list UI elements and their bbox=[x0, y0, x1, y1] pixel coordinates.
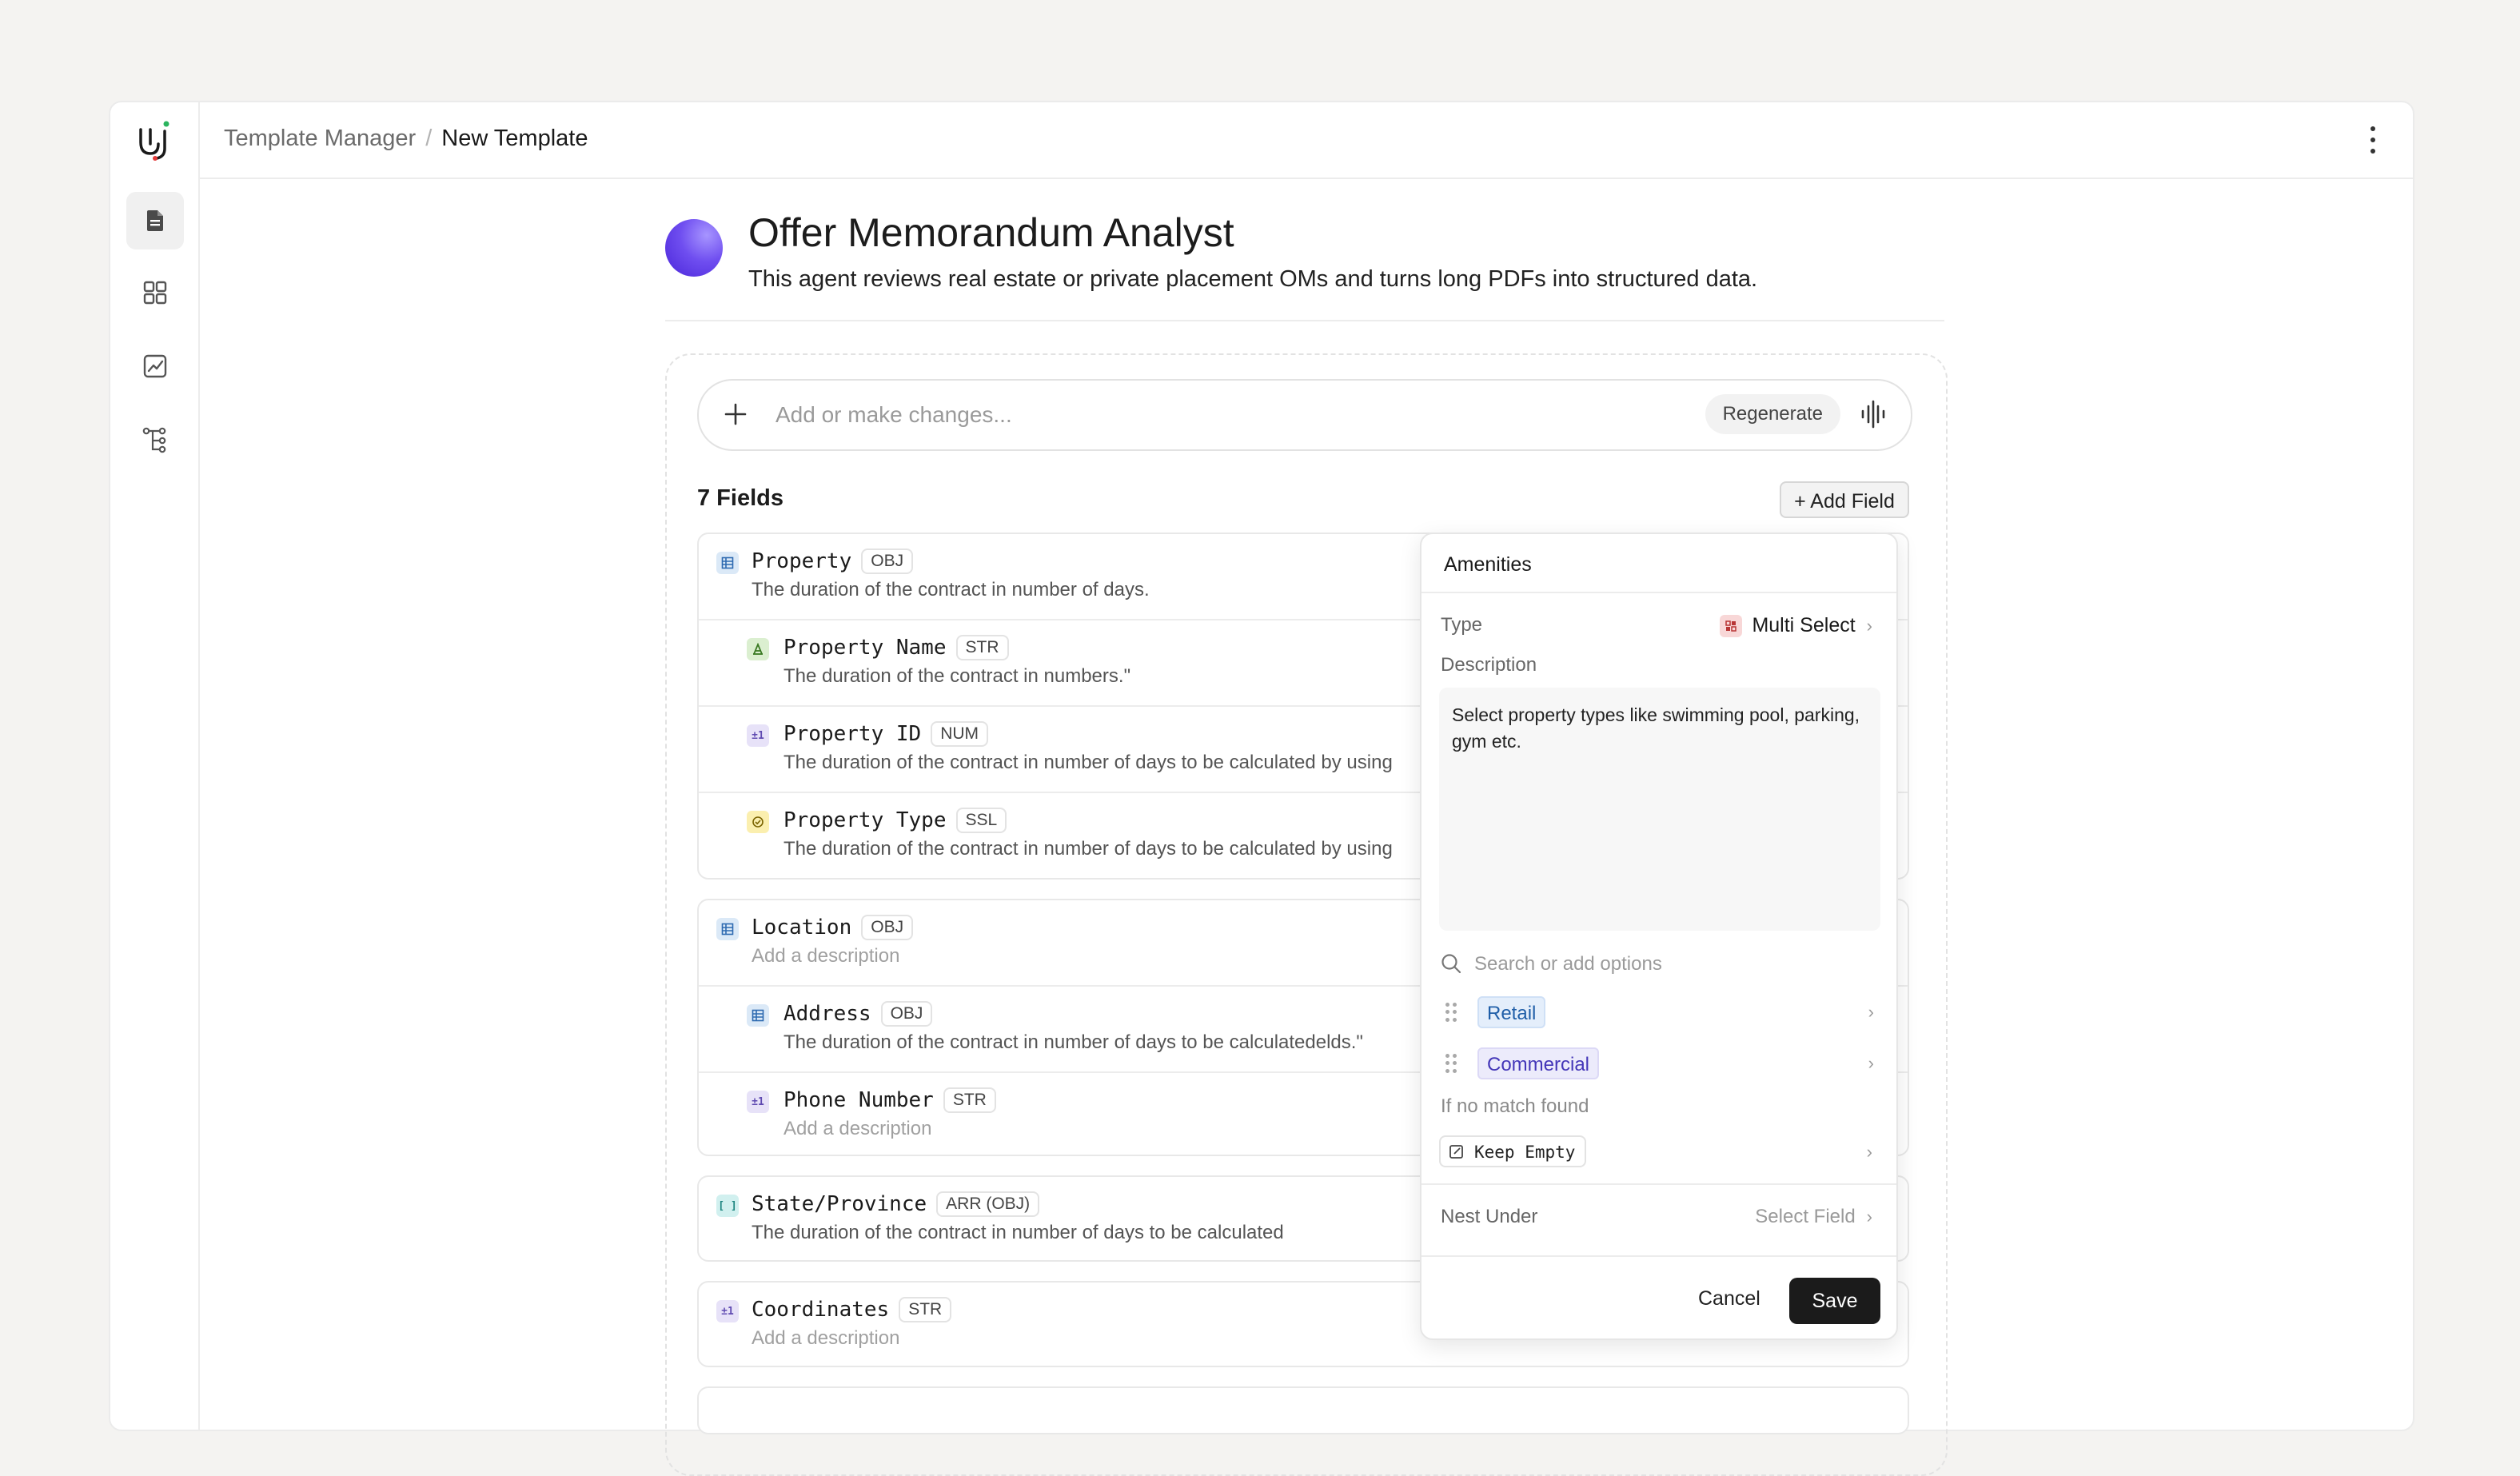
plus-icon[interactable] bbox=[723, 401, 748, 427]
field-name: Location bbox=[752, 916, 852, 939]
chart-image-icon bbox=[143, 354, 167, 378]
description-label: Description bbox=[1441, 654, 1537, 676]
field-name: Coordinates bbox=[752, 1298, 890, 1322]
fields-count: 7 Fields bbox=[697, 485, 784, 511]
field-name: Property Name bbox=[784, 636, 947, 660]
field-type-badge: STR bbox=[899, 1297, 952, 1322]
no-match-value: Keep Empty bbox=[1474, 1143, 1576, 1162]
nav-dashboard-button[interactable] bbox=[126, 264, 184, 321]
option-search-input[interactable]: Search or add options bbox=[1439, 948, 1880, 980]
field-description: The duration of the contract in number o… bbox=[784, 752, 1393, 773]
field-type-badge: ARR (OBJ) bbox=[936, 1191, 1040, 1217]
chevron-right-icon: › bbox=[1868, 1002, 1874, 1022]
prompt-input[interactable]: Add or make changes... bbox=[776, 402, 1012, 428]
edit-square-icon bbox=[1449, 1145, 1463, 1159]
field-name: Property bbox=[752, 549, 852, 573]
chevron-right-icon: › bbox=[1866, 1207, 1872, 1227]
nest-under-selector[interactable]: Select Field › bbox=[1755, 1206, 1872, 1228]
breadcrumb: Template Manager / New Template bbox=[224, 126, 588, 152]
field-name: Property ID bbox=[784, 722, 922, 746]
chevron-right-icon: › bbox=[1868, 1053, 1874, 1073]
type-label: Type bbox=[1441, 614, 1483, 636]
field-description: The duration of the contract in number o… bbox=[752, 1222, 1284, 1243]
field-type-badge: STR bbox=[943, 1087, 996, 1113]
add-field-button[interactable]: + Add Field bbox=[1780, 481, 1909, 518]
no-match-label: If no match found bbox=[1441, 1095, 1589, 1117]
field-type-badge: OBJ bbox=[861, 549, 914, 574]
description-textarea[interactable]: Select property types like swimming pool… bbox=[1439, 688, 1880, 931]
type-selector[interactable]: Multi Select › bbox=[1720, 614, 1872, 637]
number-icon: ±1 bbox=[747, 724, 769, 747]
header-divider bbox=[665, 320, 1944, 321]
field-name: State/Province bbox=[752, 1192, 927, 1216]
prompt-bar: Add or make changes... Regenerate bbox=[697, 379, 1912, 451]
search-icon bbox=[1441, 954, 1461, 974]
nav-templates-button[interactable] bbox=[126, 192, 184, 249]
multi-select-icon bbox=[1720, 614, 1743, 637]
editor-divider bbox=[1421, 1255, 1896, 1257]
field-description: The duration of the contract in number o… bbox=[784, 1031, 1363, 1053]
drag-handle-icon[interactable] bbox=[1445, 1003, 1457, 1022]
field-description: The duration of the contract in number o… bbox=[784, 838, 1393, 860]
option-search-placeholder: Search or add options bbox=[1474, 953, 1662, 975]
nav-analytics-button[interactable] bbox=[126, 337, 184, 395]
agent-title: Offer Memorandum Analyst bbox=[748, 210, 1234, 255]
nest-under-label: Nest Under bbox=[1441, 1206, 1538, 1227]
option-item[interactable]: Commercial › bbox=[1439, 1046, 1880, 1083]
table-icon bbox=[716, 918, 739, 940]
field-type-badge: SSL bbox=[955, 808, 1007, 833]
option-chip: Commercial bbox=[1477, 1047, 1600, 1079]
editor-divider bbox=[1421, 592, 1896, 593]
field-editor-popup: Amenities Type Multi Select › Descriptio… bbox=[1420, 533, 1898, 1340]
field-name: Phone Number bbox=[784, 1088, 934, 1112]
editor-divider bbox=[1421, 1183, 1896, 1185]
field-name: Address bbox=[784, 1002, 871, 1026]
top-bar: Template Manager / New Template bbox=[198, 102, 2413, 179]
field-type-badge: STR bbox=[955, 635, 1009, 660]
chevron-right-icon: › bbox=[1866, 615, 1872, 636]
breadcrumb-current: New Template bbox=[441, 126, 588, 151]
cancel-button[interactable]: Cancel bbox=[1698, 1287, 1760, 1310]
option-item[interactable]: Retail › bbox=[1439, 995, 1880, 1031]
chevron-right-icon[interactable]: › bbox=[1867, 1142, 1872, 1163]
field-description[interactable]: Add a description bbox=[752, 1327, 899, 1350]
app-logo bbox=[131, 118, 176, 163]
agent-description: This agent reviews real estate or privat… bbox=[748, 266, 1758, 292]
array-icon: [ ] bbox=[716, 1195, 739, 1217]
save-button[interactable]: Save bbox=[1789, 1278, 1880, 1324]
field-description[interactable]: Add a description bbox=[752, 945, 899, 967]
table-icon bbox=[747, 1004, 769, 1027]
editor-title: Amenities bbox=[1444, 553, 1532, 576]
nest-under-value: Select Field bbox=[1755, 1206, 1856, 1227]
no-match-selector[interactable]: Keep Empty bbox=[1439, 1135, 1587, 1167]
breadcrumb-separator: / bbox=[425, 126, 433, 151]
field-type-badge: OBJ bbox=[880, 1001, 933, 1027]
number-icon: ±1 bbox=[747, 1091, 769, 1113]
drag-handle-icon[interactable] bbox=[1445, 1054, 1457, 1073]
text-icon bbox=[747, 638, 769, 660]
breadcrumb-template-manager[interactable]: Template Manager bbox=[224, 126, 416, 151]
check-circle-icon bbox=[747, 811, 769, 833]
agent-avatar bbox=[665, 219, 723, 277]
number-icon: ±1 bbox=[716, 1300, 739, 1322]
table-icon bbox=[716, 552, 739, 574]
option-chip: Retail bbox=[1477, 996, 1546, 1028]
field-name: Property Type bbox=[784, 808, 947, 832]
sidebar bbox=[110, 102, 200, 1430]
field-description[interactable]: Add a description bbox=[784, 1118, 931, 1140]
field-description: The duration of the contract in number o… bbox=[752, 579, 1150, 600]
regenerate-button[interactable]: Regenerate bbox=[1705, 394, 1840, 434]
more-options-icon[interactable] bbox=[2365, 126, 2381, 154]
field-description: The duration of the contract in numbers.… bbox=[784, 665, 1131, 687]
type-value: Multi Select bbox=[1752, 614, 1856, 636]
field-type-badge: NUM bbox=[931, 721, 989, 747]
grid-icon bbox=[143, 281, 167, 305]
field-group-next bbox=[697, 1386, 1909, 1434]
tree-icon bbox=[142, 427, 166, 453]
document-icon bbox=[147, 210, 163, 231]
field-type-badge: OBJ bbox=[861, 915, 914, 940]
nav-workflow-button[interactable] bbox=[126, 411, 184, 469]
voice-waveform-icon[interactable] bbox=[1860, 400, 1887, 429]
